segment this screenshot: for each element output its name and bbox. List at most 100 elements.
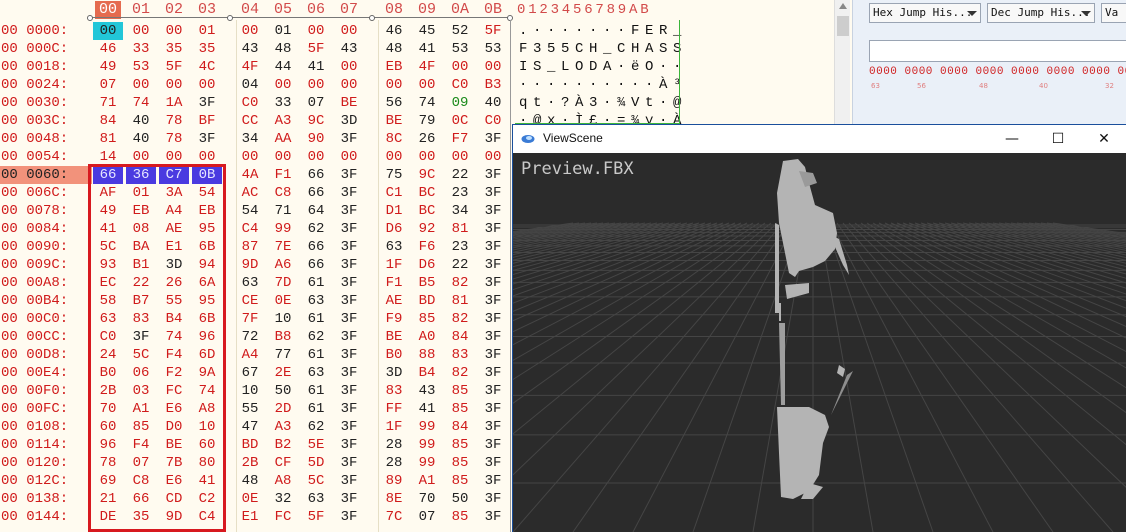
hex-byte[interactable]: B8 — [268, 328, 298, 346]
hex-byte[interactable]: 3F — [478, 202, 508, 220]
hex-byte[interactable]: 3F — [334, 400, 364, 418]
hex-byte[interactable]: 41 — [412, 400, 442, 418]
hex-byte[interactable]: 0C — [445, 112, 475, 130]
hex-byte[interactable]: 3F — [334, 382, 364, 400]
hex-byte[interactable]: 3F — [334, 292, 364, 310]
hex-byte[interactable]: 55 — [235, 400, 265, 418]
hex-byte[interactable]: 3F — [478, 292, 508, 310]
hex-byte[interactable]: FC — [268, 508, 298, 526]
hex-byte[interactable]: 7E — [268, 238, 298, 256]
hex-byte[interactable]: 50 — [268, 382, 298, 400]
search-input[interactable] — [869, 40, 1126, 62]
hex-byte[interactable]: 3F — [478, 436, 508, 454]
ascii-row[interactable]: ··········À³ — [515, 76, 681, 94]
hex-byte[interactable]: 2D — [268, 400, 298, 418]
hex-byte[interactable]: 28 — [379, 436, 409, 454]
hex-byte[interactable]: 53 — [478, 40, 508, 58]
hex-byte[interactable]: F1 — [379, 274, 409, 292]
hex-byte[interactable]: C8 — [268, 184, 298, 202]
hex-byte[interactable]: 78 — [159, 112, 189, 130]
hex-byte[interactable]: B0 — [379, 346, 409, 364]
maximize-button[interactable]: ☐ — [1035, 125, 1081, 153]
hex-byte[interactable]: 63 — [301, 490, 331, 508]
hex-byte[interactable]: 52 — [445, 22, 475, 40]
hex-byte[interactable]: 04 — [235, 76, 265, 94]
hex-byte[interactable]: 3F — [478, 256, 508, 274]
hex-byte[interactable]: 5D — [301, 454, 331, 472]
hex-byte[interactable]: 63 — [235, 274, 265, 292]
hex-byte[interactable]: 26 — [412, 130, 442, 148]
hex-byte[interactable]: 23 — [445, 184, 475, 202]
hex-byte[interactable]: 3F — [192, 94, 222, 112]
hex-byte[interactable]: A4 — [235, 346, 265, 364]
hex-byte[interactable]: 3F — [478, 472, 508, 490]
hex-byte[interactable]: 00 — [334, 22, 364, 40]
hex-byte[interactable]: B5 — [412, 274, 442, 292]
hex-byte[interactable]: 3F — [334, 166, 364, 184]
hex-byte[interactable]: 48 — [379, 40, 409, 58]
hex-byte[interactable]: 3F — [334, 274, 364, 292]
hex-byte[interactable]: 53 — [445, 40, 475, 58]
hex-byte[interactable]: BC — [412, 202, 442, 220]
hex-byte[interactable]: 00 — [159, 22, 189, 40]
hex-byte[interactable]: 3F — [478, 130, 508, 148]
hex-byte[interactable]: 5F — [301, 40, 331, 58]
hex-byte[interactable]: 75 — [379, 166, 409, 184]
hex-byte[interactable]: 90 — [301, 130, 331, 148]
hex-byte[interactable]: 81 — [445, 292, 475, 310]
hex-byte[interactable]: 3F — [334, 454, 364, 472]
hex-byte[interactable]: EB — [379, 58, 409, 76]
hex-byte[interactable]: C0 — [445, 76, 475, 94]
hex-byte[interactable]: 66 — [301, 166, 331, 184]
hex-byte[interactable]: 4A — [235, 166, 265, 184]
hex-byte[interactable]: 3F — [334, 490, 364, 508]
hex-byte[interactable]: 89 — [379, 472, 409, 490]
hex-byte[interactable]: 7F — [235, 310, 265, 328]
hex-byte[interactable]: 46 — [379, 22, 409, 40]
ascii-row[interactable]: .·······FER_ — [515, 22, 681, 40]
hex-byte[interactable]: 84 — [445, 328, 475, 346]
hex-byte[interactable]: AA — [268, 130, 298, 148]
hex-byte[interactable]: 40 — [478, 94, 508, 112]
3d-viewport[interactable]: Preview.FBX — [513, 153, 1126, 532]
hex-byte[interactable]: 82 — [445, 364, 475, 382]
hex-byte[interactable]: FF — [379, 400, 409, 418]
hex-byte[interactable]: 00 — [268, 148, 298, 166]
hex-byte[interactable]: CF — [268, 454, 298, 472]
hex-byte[interactable]: 9C — [412, 166, 442, 184]
hex-byte[interactable]: 1F — [379, 418, 409, 436]
hex-byte[interactable]: 34 — [445, 202, 475, 220]
hex-byte[interactable]: 81 — [445, 220, 475, 238]
hex-byte[interactable]: 50 — [445, 490, 475, 508]
hex-byte[interactable]: 66 — [301, 238, 331, 256]
hex-byte[interactable]: 3D — [379, 364, 409, 382]
hex-byte[interactable]: 3F — [334, 238, 364, 256]
hex-byte[interactable]: 5F — [478, 22, 508, 40]
hex-byte[interactable]: 3F — [478, 508, 508, 526]
hex-byte[interactable]: 3F — [334, 436, 364, 454]
hex-byte[interactable]: 99 — [412, 454, 442, 472]
hex-byte[interactable]: 3F — [334, 418, 364, 436]
hex-byte[interactable]: 62 — [301, 220, 331, 238]
hex-byte[interactable]: 5F — [159, 58, 189, 76]
hex-byte[interactable]: 63 — [379, 238, 409, 256]
hex-byte[interactable]: 00 — [126, 22, 156, 40]
hex-byte[interactable]: 40 — [126, 112, 156, 130]
hex-byte[interactable]: BD — [235, 436, 265, 454]
hex-byte[interactable]: 23 — [445, 238, 475, 256]
hex-byte[interactable]: 74 — [126, 94, 156, 112]
hex-byte[interactable]: 3F — [334, 256, 364, 274]
hex-byte[interactable]: 71 — [93, 94, 123, 112]
hex-byte[interactable]: A6 — [268, 256, 298, 274]
hex-byte[interactable]: B4 — [412, 364, 442, 382]
hex-byte[interactable]: 22 — [445, 166, 475, 184]
value-jump-dropdown[interactable]: Va — [1101, 3, 1126, 23]
hex-byte[interactable]: 00 — [268, 76, 298, 94]
viewscene-window[interactable]: ViewScene — ☐ ✕ Preview.FBX — [512, 124, 1126, 532]
hex-byte[interactable]: 63 — [301, 292, 331, 310]
hex-byte[interactable]: 87 — [235, 238, 265, 256]
hex-byte[interactable]: 33 — [126, 40, 156, 58]
hex-byte[interactable]: B2 — [268, 436, 298, 454]
hex-byte[interactable]: 85 — [445, 508, 475, 526]
hex-byte[interactable]: 3F — [334, 202, 364, 220]
